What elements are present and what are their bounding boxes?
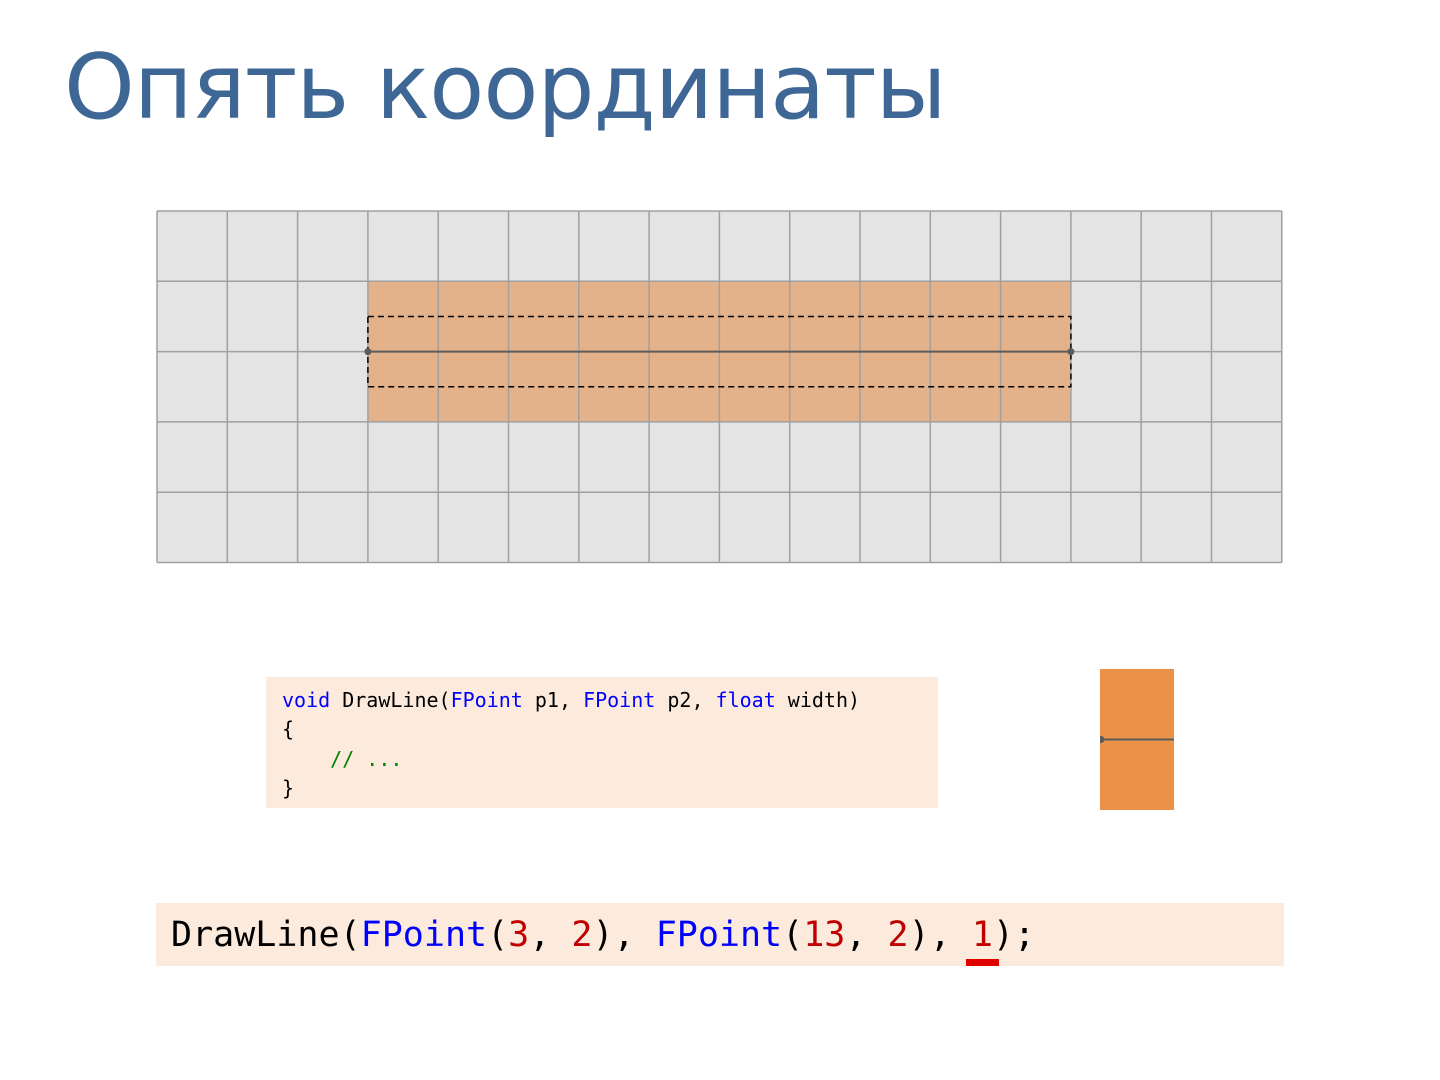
call-type-fpoint: FPoint — [360, 915, 488, 955]
pixel-grid-diagram — [156, 210, 1283, 564]
function-call-example: DrawLine(FPoint(3, 2), FPoint(13, 2), 1)… — [156, 903, 1284, 966]
code-line-close-brace: } — [282, 775, 295, 800]
call-type-fpoint: FPoint — [655, 915, 783, 955]
param-p1: p1, — [534, 688, 572, 712]
endpoint-p1 — [364, 348, 372, 356]
single-pixel-illustration — [1100, 669, 1174, 810]
call-x1: 3 — [508, 915, 530, 955]
call-end: ); — [992, 915, 1036, 955]
function-name: DrawLine( — [342, 688, 451, 712]
endpoint-p2 — [1067, 348, 1075, 356]
param-p2: p2, — [667, 688, 704, 712]
type-fpoint: FPoint — [450, 688, 523, 712]
call-y1: 2 — [571, 915, 593, 955]
highlight-underline — [965, 959, 999, 966]
code-line-open-brace: { — [282, 717, 295, 742]
keyword-float: float — [715, 688, 776, 712]
code-line-signature: void DrawLine(FPoint p1, FPoint p2, floa… — [282, 686, 938, 715]
param-width: width) — [787, 688, 861, 712]
call-code-line: DrawLine(FPoint(3, 2), FPoint(13, 2), 1)… — [171, 911, 1284, 966]
code-line-comment: // ... — [282, 745, 938, 774]
code-comment: // ... — [330, 746, 403, 771]
keyword-void: void — [282, 688, 331, 712]
call-x2: 13 — [803, 915, 846, 955]
code-snippet: void DrawLine(FPoint p1, FPoint p2, floa… — [266, 677, 938, 808]
type-fpoint: FPoint — [583, 688, 656, 712]
call-width: 1 — [971, 915, 993, 955]
call-y2: 2 — [887, 915, 909, 955]
call-function-name: DrawLine( — [171, 915, 361, 955]
